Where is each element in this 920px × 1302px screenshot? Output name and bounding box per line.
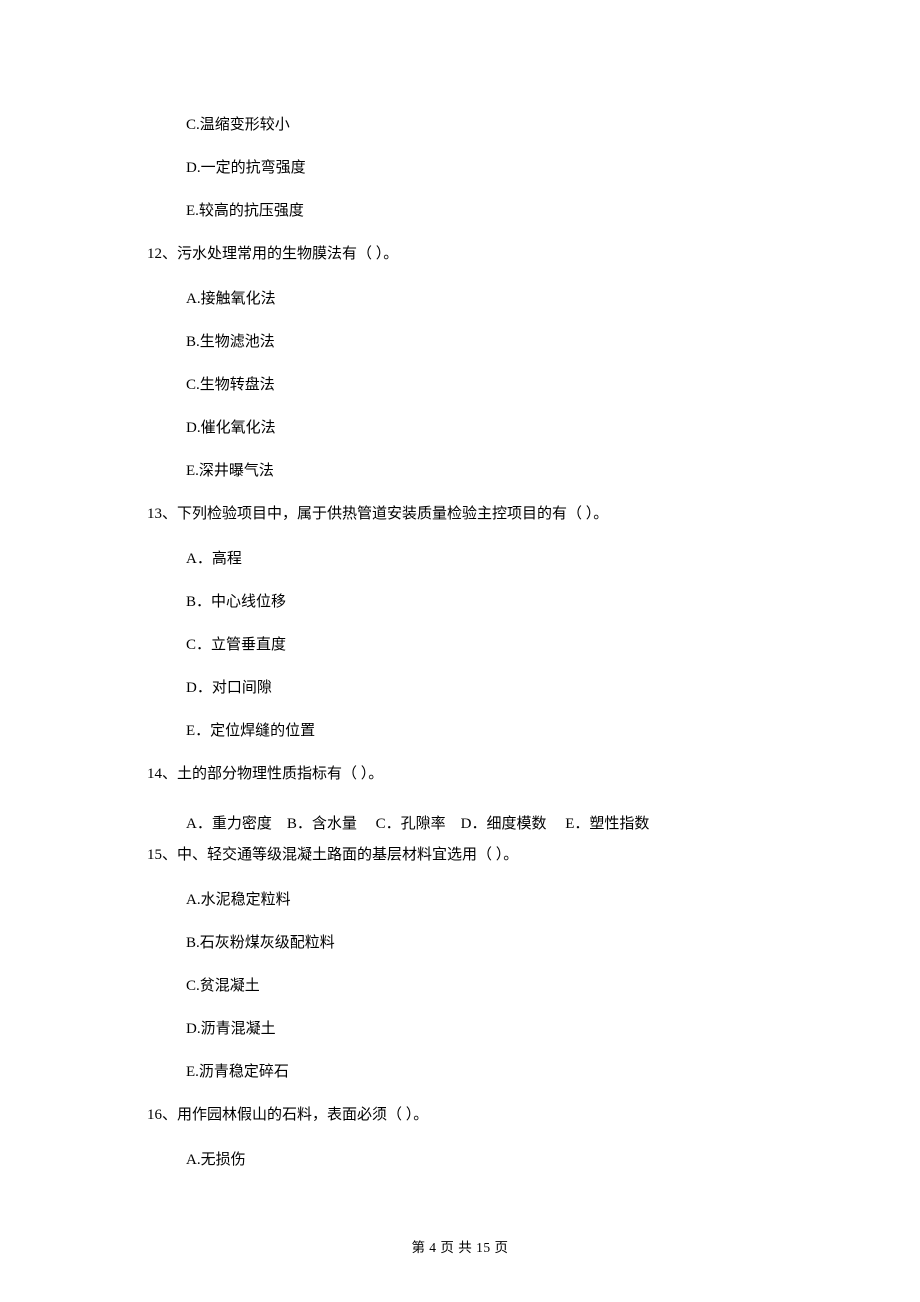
q13-option-b: B．中心线位移 [186,595,785,610]
q14-option-a: A．重力密度 [186,812,272,833]
q11-option-e: E.较高的抗压强度 [186,204,785,219]
q12-option-c: C.生物转盘法 [186,378,785,393]
q13-option-a: A．高程 [186,552,785,567]
q13-option-c: C．立管垂直度 [186,638,785,653]
q12-stem: 12、污水处理常用的生物膜法有（ ）。 [147,247,785,262]
q12-option-a: A.接触氧化法 [186,292,785,307]
q11-option-c: C.温缩变形较小 [186,118,785,133]
q11-option-d: D.一定的抗弯强度 [186,161,785,176]
q13-option-e: E．定位焊缝的位置 [186,724,785,739]
q15-option-a: A.水泥稳定粒料 [186,893,785,908]
q12-option-e: E.深井曝气法 [186,464,785,479]
q15-option-b: B.石灰粉煤灰级配粒料 [186,936,785,951]
q14-option-d: D．细度模数 [461,812,547,833]
q15-stem: 15、中、轻交通等级混凝土路面的基层材料宜选用（ ）。 [147,848,785,863]
q15-option-e: E.沥青稳定碎石 [186,1065,785,1080]
q14-option-e: E．塑性指数 [565,812,649,833]
q15-option-c: C.贫混凝土 [186,979,785,994]
page-footer: 第 4 页 共 15 页 [0,1236,920,1256]
q16-option-a: A.无损伤 [186,1153,785,1168]
q15-option-d: D.沥青混凝土 [186,1022,785,1037]
q13-option-d: D．对口间隙 [186,681,785,696]
q14-option-c: C．孔隙率 [376,812,446,833]
q13-stem: 13、下列检验项目中，属于供热管道安装质量检验主控项目的有（ ）。 [147,507,785,522]
page: C.温缩变形较小 D.一定的抗弯强度 E.较高的抗压强度 12、污水处理常用的生… [0,0,920,1302]
q14-option-b: B．含水量 [287,812,357,833]
q12-option-d: D.催化氧化法 [186,421,785,436]
q14-options-row: A．重力密度 B．含水量 C．孔隙率 D．细度模数 E．塑性指数 [186,812,785,833]
q16-stem: 16、用作园林假山的石料，表面必须（ ）。 [147,1108,785,1123]
q12-option-b: B.生物滤池法 [186,335,785,350]
q14-stem: 14、土的部分物理性质指标有（ ）。 [147,767,785,782]
